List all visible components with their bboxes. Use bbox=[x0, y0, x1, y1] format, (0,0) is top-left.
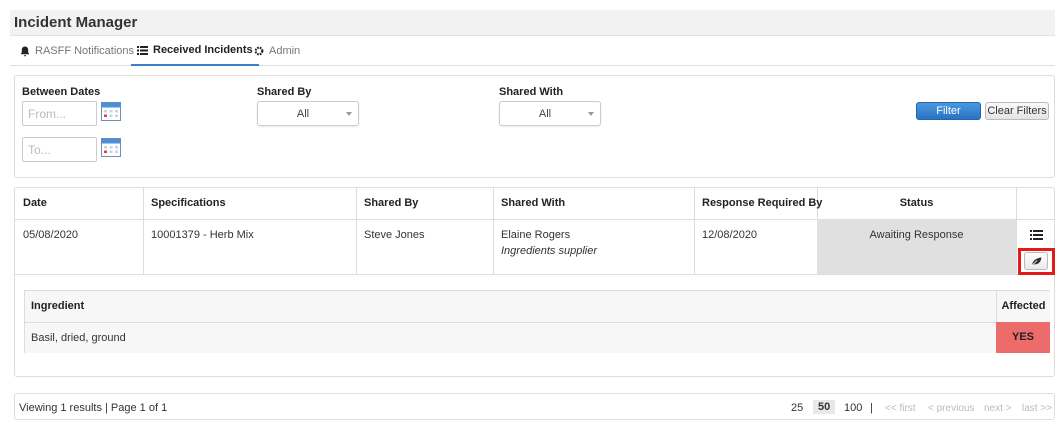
divider bbox=[15, 274, 1054, 275]
column-header-date[interactable]: Date bbox=[15, 188, 47, 219]
results-info: Viewing 1 results | Page 1 of 1 bbox=[19, 402, 168, 414]
affected-badge: YES bbox=[996, 322, 1050, 353]
tab-label: Admin bbox=[269, 45, 301, 57]
column-header-response-required-by[interactable]: Response Required By bbox=[694, 188, 822, 219]
column-header-shared-by[interactable]: Shared By bbox=[356, 188, 418, 219]
shared-by-value: All bbox=[296, 108, 310, 120]
tab-label: RASFF Notifications bbox=[35, 45, 135, 57]
cell-shared-with-role: Ingredients supplier bbox=[501, 245, 598, 257]
details-button[interactable] bbox=[1024, 226, 1048, 244]
tab-label: Received Incidents bbox=[153, 44, 253, 56]
cell-ingredient: Basil, dried, ground bbox=[31, 332, 126, 344]
shared-by-select[interactable]: All bbox=[257, 101, 359, 126]
previous-page-link[interactable]: < previous bbox=[928, 403, 974, 414]
shared-with-label: Shared With bbox=[499, 86, 564, 98]
chevron-down-icon bbox=[588, 112, 594, 116]
status-cell: Awaiting Response bbox=[817, 219, 1016, 274]
highlight-box bbox=[1018, 248, 1055, 275]
list-icon bbox=[137, 45, 148, 55]
cell-shared-by: Steve Jones bbox=[364, 229, 425, 241]
tab-bar: RASFF Notifications Received Incidents A… bbox=[10, 36, 1055, 66]
column-header-status[interactable]: Status bbox=[817, 188, 1016, 219]
page-size-100[interactable]: 100 bbox=[844, 402, 862, 414]
pagination-separator: | bbox=[870, 402, 873, 414]
last-page-link[interactable]: last >> bbox=[1022, 403, 1052, 414]
cell-specification: 10001379 - Herb Mix bbox=[151, 229, 254, 241]
status-badge: Awaiting Response bbox=[869, 229, 964, 241]
first-page-link[interactable]: << first bbox=[885, 403, 916, 414]
column-header-shared-with[interactable]: Shared With bbox=[493, 188, 565, 219]
bell-icon bbox=[20, 46, 30, 56]
cell-shared-with: Elaine Rogers bbox=[501, 229, 571, 241]
shared-with-value: All bbox=[538, 108, 552, 120]
page-size-50[interactable]: 50 bbox=[813, 400, 836, 414]
column-header-ingredient[interactable]: Ingredient bbox=[25, 291, 996, 322]
column-header-specifications[interactable]: Specifications bbox=[143, 188, 226, 219]
chevron-down-icon bbox=[346, 112, 352, 116]
page-size-25[interactable]: 25 bbox=[791, 402, 803, 414]
divider bbox=[1016, 188, 1017, 274]
tab-received-incidents[interactable]: Received Incidents bbox=[131, 36, 259, 66]
column-header-affected[interactable]: Affected bbox=[996, 291, 1050, 322]
results-table: Date Specifications Shared By Shared Wit… bbox=[14, 187, 1055, 377]
shared-by-label: Shared By bbox=[257, 86, 312, 98]
shared-with-select[interactable]: All bbox=[499, 101, 601, 126]
cell-response-required-by: 12/08/2020 bbox=[702, 229, 758, 241]
cell-date: 05/08/2020 bbox=[23, 229, 79, 241]
next-page-link[interactable]: next > bbox=[984, 403, 1012, 414]
gear-icon bbox=[254, 46, 264, 56]
calendar-icon[interactable] bbox=[101, 137, 121, 157]
calendar-icon[interactable] bbox=[101, 101, 121, 121]
from-date-input[interactable] bbox=[22, 101, 97, 126]
tab-rasff-notifications[interactable]: RASFF Notifications bbox=[14, 36, 140, 66]
title-bar: Incident Manager bbox=[10, 10, 1055, 36]
pagination-bar: Viewing 1 results | Page 1 of 1 25 50 10… bbox=[14, 393, 1055, 420]
between-dates-label: Between Dates bbox=[22, 86, 101, 98]
page-title: Incident Manager bbox=[14, 14, 138, 31]
ingredients-subtable: Ingredient Affected Basil, dried, ground… bbox=[24, 290, 1050, 353]
table-row bbox=[25, 323, 996, 353]
filter-panel: Between Dates Shared By All Shared With … bbox=[14, 75, 1055, 178]
list-icon bbox=[1029, 230, 1043, 240]
clear-filters-button[interactable]: Clear Filters bbox=[985, 102, 1049, 120]
tab-admin[interactable]: Admin bbox=[248, 36, 306, 66]
to-date-input[interactable] bbox=[22, 137, 97, 162]
filter-button[interactable]: Filter bbox=[916, 102, 981, 120]
